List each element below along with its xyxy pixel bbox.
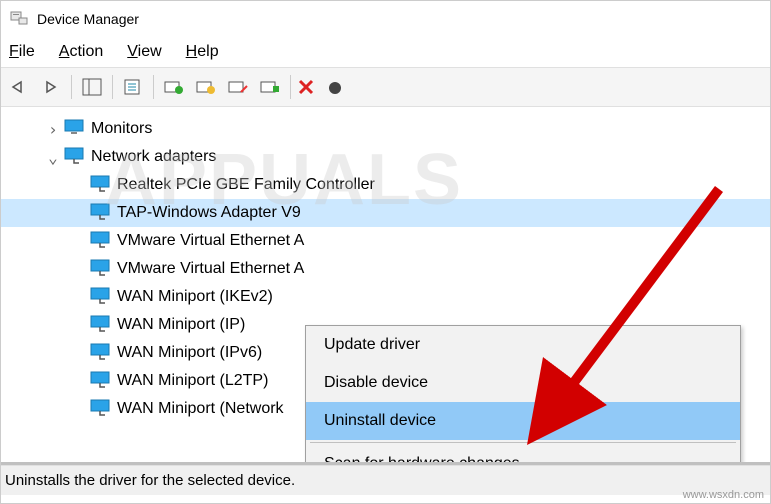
network-adapter-icon [89,230,111,253]
window-titlebar: Device Manager [1,1,770,37]
disable-button[interactable] [224,73,252,101]
tree-label: Realtek PCIe GBE Family Controller [117,176,375,194]
network-adapter-icon [89,398,111,421]
tree-item-realtek[interactable]: Realtek PCIe GBE Family Controller [1,171,770,199]
network-adapter-icon [89,286,111,309]
source-watermark: www.wsxdn.com [683,489,764,501]
menu-file[interactable]: File [9,43,35,61]
tree-item-vmware-1[interactable]: VMware Virtual Ethernet A [1,227,770,255]
tree-label: WAN Miniport (IP) [117,316,245,334]
tree-label: Network adapters [91,148,216,166]
properties-button[interactable] [119,73,147,101]
tree-label: WAN Miniport (L2TP) [117,372,268,390]
status-bar: Uninstalls the driver for the selected d… [1,465,770,495]
expand-icon[interactable]: › [45,120,61,139]
network-adapter-icon [89,202,111,225]
tree-label: WAN Miniport (IKEv2) [117,288,273,306]
network-adapter-icon [63,146,85,169]
status-text: Uninstalls the driver for the selected d… [5,472,295,489]
collapse-icon[interactable]: ⌄ [45,148,61,167]
update-driver-button[interactable] [160,73,188,101]
tree-label: WAN Miniport (Network [117,400,284,418]
context-menu: Update driver Disable device Uninstall d… [305,325,741,465]
tree-node-monitors[interactable]: › Monitors [1,115,770,143]
menubar: File Action View Help [1,37,770,67]
tree-label: VMware Virtual Ethernet A [117,260,304,278]
back-button[interactable] [5,73,33,101]
ctx-update-driver[interactable]: Update driver [306,326,740,364]
device-manager-icon [9,8,29,31]
network-adapter-icon [89,342,111,365]
toolbar-separator [71,75,72,99]
tree-node-network-adapters[interactable]: ⌄ Network adapters [1,143,770,171]
tree-label: Monitors [91,120,152,138]
tree-item-wan-ikev2[interactable]: WAN Miniport (IKEv2) [1,283,770,311]
menu-help[interactable]: Help [186,43,219,61]
toolbar [1,67,770,107]
show-hide-tree-button[interactable] [78,73,106,101]
network-adapter-icon [89,258,111,281]
toolbar-separator [290,75,291,99]
tree-item-vmware-2[interactable]: VMware Virtual Ethernet A [1,255,770,283]
ctx-uninstall-device[interactable]: Uninstall device [306,402,740,440]
tree-label: TAP-Windows Adapter V9 [117,204,301,222]
tree-item-tap-windows[interactable]: TAP-Windows Adapter V9 [1,199,770,227]
forward-button[interactable] [37,73,65,101]
network-adapter-icon [89,174,111,197]
scan-hardware-button[interactable] [192,73,220,101]
network-adapter-icon [89,370,111,393]
menu-view[interactable]: View [127,43,161,61]
tree-label: VMware Virtual Ethernet A [117,232,304,250]
monitor-icon [63,118,85,141]
more-button[interactable] [321,73,349,101]
delete-icon[interactable] [297,78,317,96]
toolbar-separator [112,75,113,99]
ctx-disable-device[interactable]: Disable device [306,364,740,402]
network-adapter-icon [89,314,111,337]
ctx-divider [310,442,736,443]
window-title: Device Manager [37,11,139,27]
menu-action[interactable]: Action [59,43,103,61]
ctx-scan-hardware[interactable]: Scan for hardware changes [306,445,740,465]
device-tree-panel: APPUALS › Monitors ⌄ Network adapters Re… [1,107,770,465]
tree-label: WAN Miniport (IPv6) [117,344,262,362]
toolbar-separator [153,75,154,99]
uninstall-button[interactable] [256,73,284,101]
